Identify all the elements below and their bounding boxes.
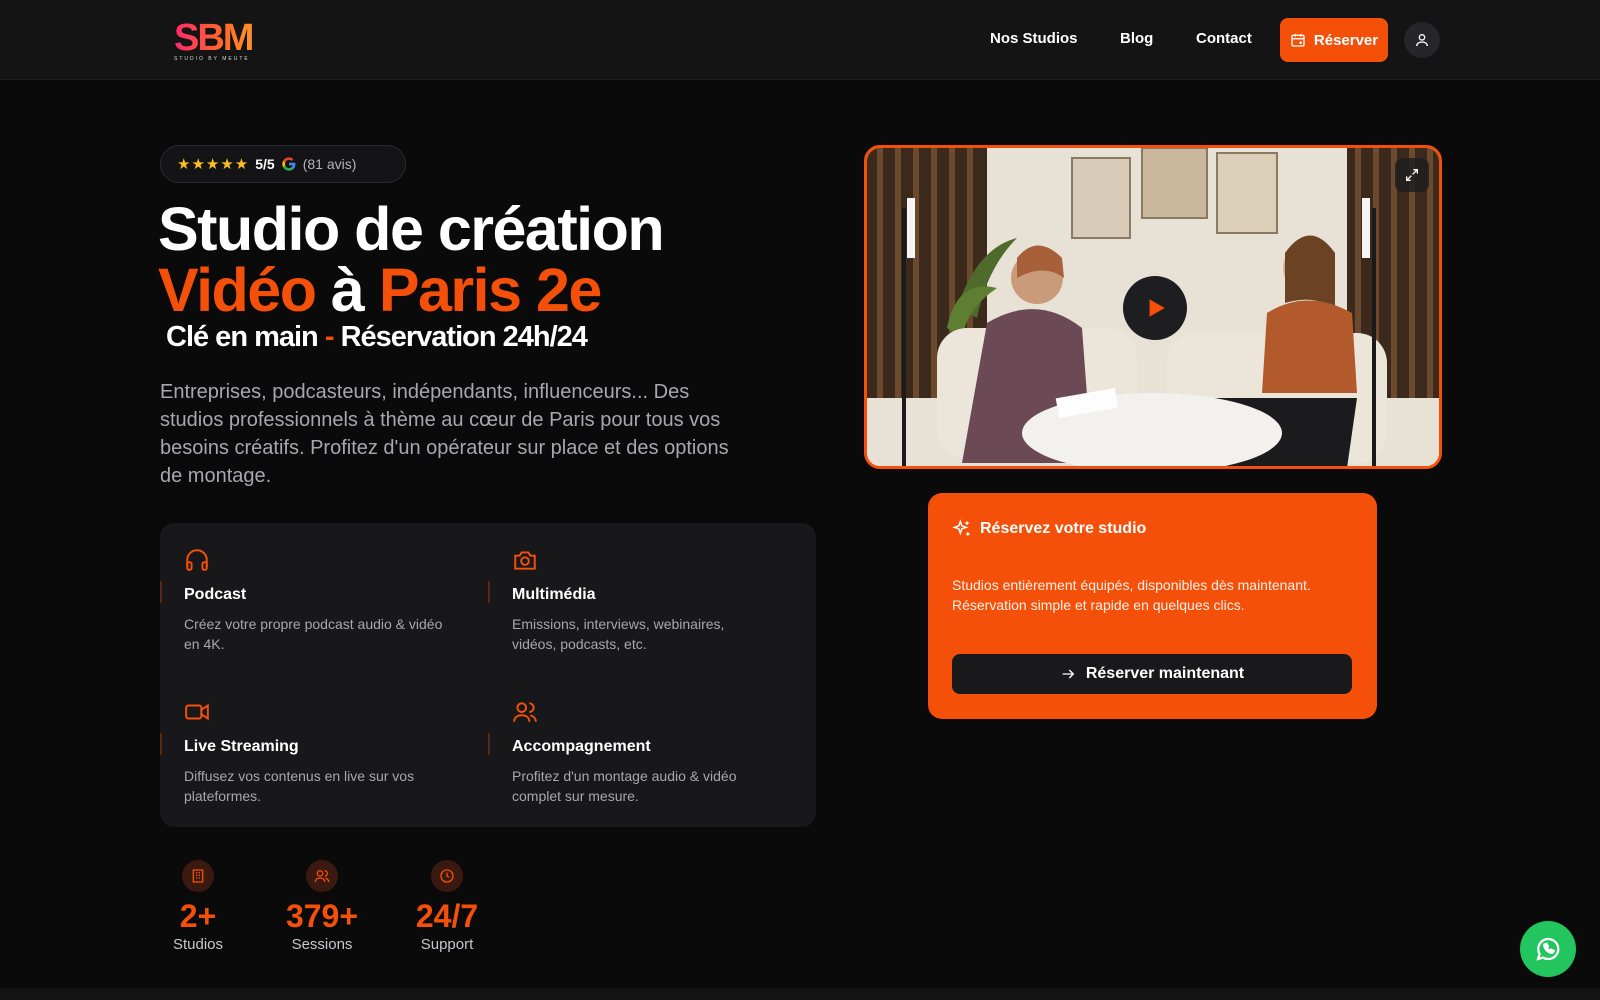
calendar-icon	[1291, 34, 1305, 47]
video-camera-icon	[185, 703, 209, 721]
rating-review-count: (81 avis)	[302, 156, 357, 172]
whatsapp-icon	[1536, 937, 1560, 961]
features-panel: Podcast Créez votre propre podcast audio…	[160, 523, 816, 827]
footer-edge	[0, 988, 1600, 1000]
logo-tagline: STUDIO BY MEUTE	[174, 56, 250, 62]
feature-accent-bar	[488, 733, 490, 755]
google-icon	[282, 157, 296, 171]
sbm-logo[interactable]: SBM STUDIO BY MEUTE	[174, 18, 274, 64]
top-navbar: SBM STUDIO BY MEUTE Nos Studios Blog Con…	[0, 0, 1600, 80]
feature-multimedia: Multimédia Emissions, interviews, webina…	[488, 547, 812, 654]
feature-title: Accompagnement	[512, 738, 651, 755]
booking-card-desc: Studios entièrement équipés, disponibles…	[952, 577, 1311, 613]
stat-sessions: 379+ Sessions	[272, 860, 372, 953]
feature-title: Multimédia	[512, 586, 596, 603]
rating-score: 5/5	[255, 156, 275, 172]
hero-subtitle: Clé en main - Réservation 24h/24	[166, 319, 588, 355]
hero-description: Entreprises, podcasteurs, indépendants, …	[160, 381, 729, 487]
expand-icon	[1406, 169, 1418, 181]
hero-title-line-2: Vidéo à Paris 2e	[158, 256, 603, 324]
booking-card: Réservez votre studio Studios entièremen…	[928, 493, 1377, 719]
feature-live-streaming: Live Streaming Diffusez vos contenus en …	[160, 699, 484, 806]
booking-card-header: Réservez votre studio	[952, 519, 1146, 539]
sparkles-icon	[952, 519, 970, 536]
feature-accent-bar	[160, 581, 162, 603]
feature-desc: Diffusez vos contenus en live sur vos pl…	[184, 768, 415, 804]
feature-desc: Profitez d'un montage audio & vidéo comp…	[512, 768, 737, 804]
subtitle-separator: -	[317, 321, 341, 353]
fullscreen-button[interactable]	[1395, 158, 1429, 192]
nav-link-nos-studios[interactable]: Nos Studios	[990, 30, 1078, 47]
google-rating-badge[interactable]: ★★★★★ 5/5 (81 avis)	[160, 145, 406, 183]
nav-link-blog[interactable]: Blog	[1120, 30, 1153, 47]
booking-card-title: Réservez votre studio	[980, 520, 1147, 537]
stat-value: 2+	[179, 898, 217, 934]
stat-label: Support	[420, 936, 474, 953]
feature-title: Live Streaming	[184, 738, 299, 755]
subtitle-reservation: Réservation 24h/24	[340, 321, 588, 353]
feature-accent-bar	[160, 733, 162, 755]
stat-label: Studios	[172, 936, 224, 953]
hero-title-line-1: Studio de création	[158, 195, 665, 263]
play-button[interactable]	[1123, 276, 1187, 340]
play-icon	[1149, 299, 1165, 317]
reserve-now-button[interactable]: Réserver maintenant	[952, 654, 1352, 694]
reserve-button-label: Réserver	[1313, 31, 1379, 49]
logo-letters: SBM	[174, 18, 274, 58]
stat-studios: 2+ Studios	[148, 860, 248, 953]
stat-value: 379+	[285, 898, 359, 934]
building-icon	[182, 860, 214, 892]
feature-desc: Emissions, interviews, webinaires, vidéo…	[512, 616, 725, 652]
hero-title-a: à	[315, 256, 379, 324]
camera-icon	[514, 551, 536, 570]
studio-video-player[interactable]	[864, 145, 1442, 469]
rating-stars: ★★★★★	[177, 156, 250, 173]
users-icon	[513, 702, 537, 722]
feature-desc: Créez votre propre podcast audio & vidéo…	[184, 616, 443, 652]
feature-accompagnement: Accompagnement Profitez d'un montage aud…	[488, 699, 812, 806]
user-account-button[interactable]	[1404, 22, 1440, 58]
whatsapp-button[interactable]	[1520, 921, 1576, 977]
stat-support: 24/7 Support	[397, 860, 497, 953]
headphones-icon	[186, 549, 208, 571]
reserve-now-label: Réserver maintenant	[1085, 665, 1245, 682]
hero-title-video: Vidéo	[158, 256, 317, 324]
feature-accent-bar	[488, 581, 490, 603]
user-icon	[1416, 34, 1428, 47]
stat-value: 24/7	[415, 898, 479, 934]
arrow-right-icon	[1062, 669, 1075, 679]
nav-link-contact[interactable]: Contact	[1196, 30, 1252, 47]
clock-icon	[431, 860, 463, 892]
feature-title: Podcast	[184, 586, 247, 603]
stat-label: Sessions	[291, 936, 353, 953]
feature-podcast: Podcast Créez votre propre podcast audio…	[160, 547, 484, 654]
hero-title-paris: Paris 2e	[378, 256, 603, 324]
users-icon	[306, 860, 338, 892]
reserve-button[interactable]: Réserver	[1280, 18, 1388, 62]
subtitle-cle-en-main: Clé en main	[166, 321, 319, 353]
